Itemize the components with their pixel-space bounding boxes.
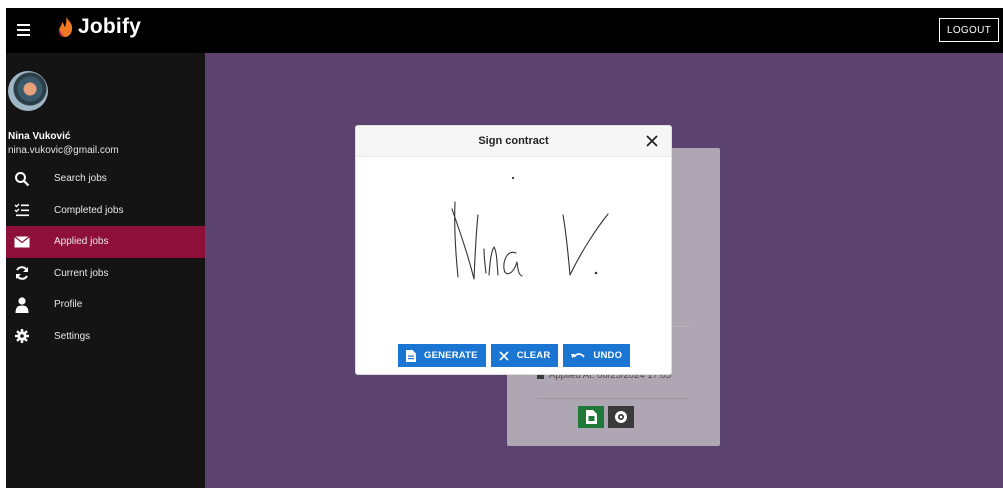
sidebar-item-label: Current jobs xyxy=(54,267,109,279)
sidebar-item-label: Profile xyxy=(54,299,83,311)
divider xyxy=(537,398,689,399)
checklist-icon xyxy=(6,202,38,218)
sign-contract-dialog: Sign contract GENERATE CLEAR UNDO xyxy=(356,126,671,374)
eye-icon xyxy=(615,411,627,423)
sidebar-item-label: Search jobs xyxy=(54,173,107,185)
sidebar-item-completed-jobs[interactable]: Completed jobs xyxy=(6,195,205,227)
close-icon[interactable] xyxy=(645,134,659,148)
x-icon xyxy=(499,350,509,361)
logout-button[interactable]: LOGOUT xyxy=(939,18,999,42)
menu-icon[interactable] xyxy=(14,19,34,41)
avatar[interactable] xyxy=(8,71,48,111)
undo-label: UNDO xyxy=(593,350,623,361)
sidebar-item-label: Applied jobs xyxy=(54,236,109,248)
sidebar-item-label: Settings xyxy=(54,330,91,342)
card-actions xyxy=(578,406,634,428)
dialog-header: Sign contract xyxy=(356,126,671,157)
refresh-icon xyxy=(6,265,38,281)
sidebar: Nina Vuković nina.vukovic@gmail.com Sear… xyxy=(6,53,205,488)
brand-name: Jobify xyxy=(78,15,142,38)
app-frame: Jobify LOGOUT Nina Vuković nina.vukovic@… xyxy=(6,8,1003,488)
undo-icon xyxy=(571,352,586,358)
sidebar-item-settings[interactable]: Settings xyxy=(6,321,205,353)
top-bar: Jobify LOGOUT xyxy=(6,8,1003,53)
user-name: Nina Vuković xyxy=(8,131,71,142)
sidebar-nav: Search jobs Completed jobs Applied jobs … xyxy=(6,163,205,352)
user-email: nina.vukovic@gmail.com xyxy=(8,145,119,156)
clear-label: CLEAR xyxy=(516,350,551,361)
user-icon xyxy=(6,297,38,313)
app-logo[interactable]: Jobify xyxy=(56,15,141,39)
sidebar-item-applied-jobs[interactable]: Applied jobs xyxy=(6,226,205,258)
gear-icon xyxy=(6,329,38,344)
flame-icon xyxy=(59,17,73,37)
generate-label: GENERATE xyxy=(424,350,478,361)
envelope-icon xyxy=(6,235,38,248)
undo-button[interactable]: UNDO xyxy=(563,344,631,367)
view-button[interactable] xyxy=(608,406,634,428)
clear-button[interactable]: CLEAR xyxy=(490,344,559,367)
signature-pad[interactable] xyxy=(356,157,671,337)
pdf-file-icon xyxy=(585,410,597,424)
sidebar-item-current-jobs[interactable]: Current jobs xyxy=(6,258,205,290)
dialog-title: Sign contract xyxy=(478,135,549,147)
generate-button[interactable]: GENERATE xyxy=(398,344,486,367)
sidebar-item-search-jobs[interactable]: Search jobs xyxy=(6,163,205,195)
download-contract-button[interactable] xyxy=(578,406,604,428)
search-icon xyxy=(6,171,38,187)
sidebar-item-label: Completed jobs xyxy=(54,204,124,216)
document-icon xyxy=(406,349,416,362)
sidebar-item-profile[interactable]: Profile xyxy=(6,289,205,321)
dialog-actions: GENERATE CLEAR UNDO xyxy=(398,344,631,367)
